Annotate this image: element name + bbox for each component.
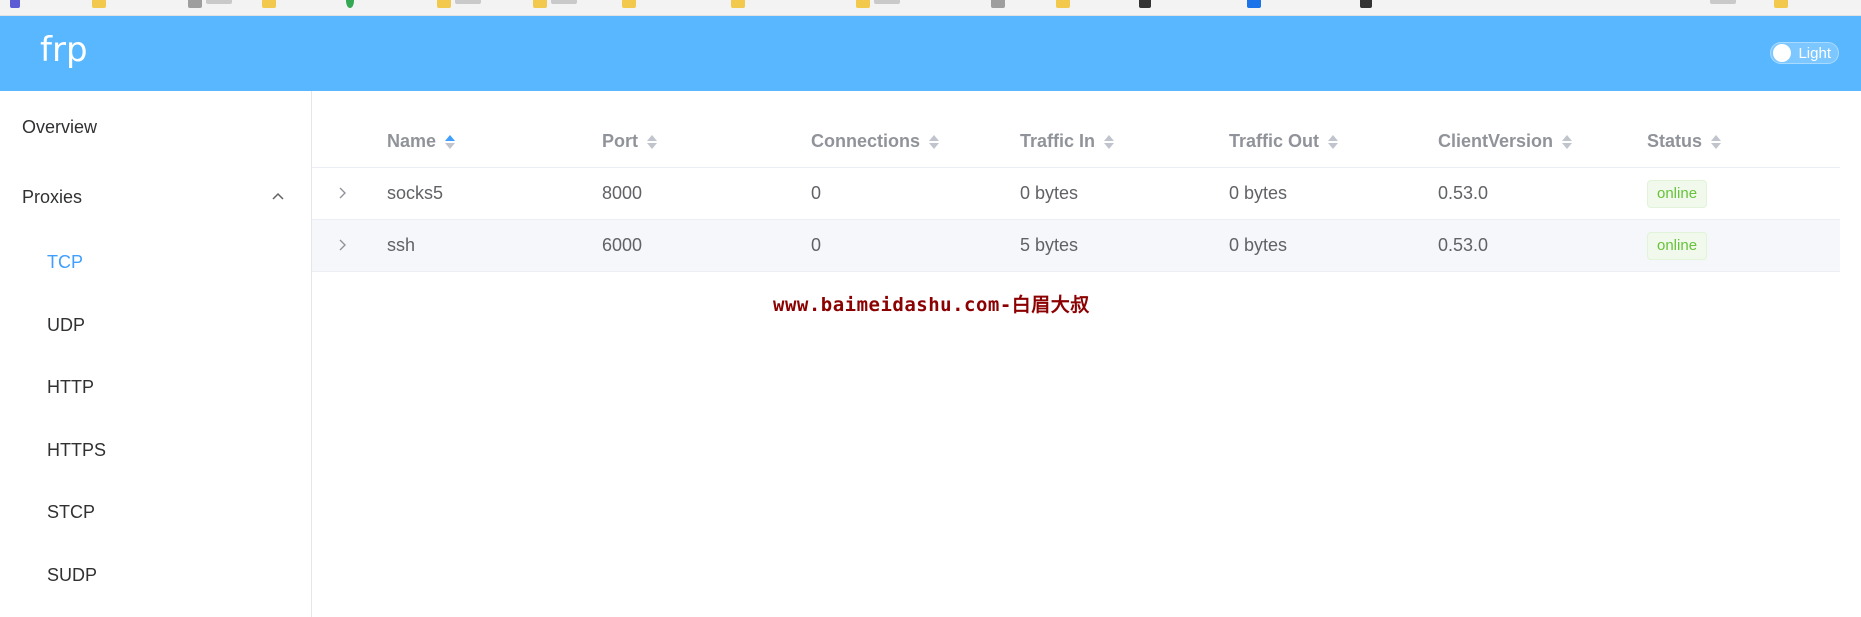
column-header-name[interactable]: Name — [387, 116, 456, 167]
table-row[interactable]: ssh 6000 0 5 bytes 0 bytes 0.53.0 online — [312, 220, 1840, 272]
folder-icon[interactable] — [262, 0, 276, 8]
theme-toggle[interactable]: Light — [1770, 42, 1839, 64]
cell-connections: 0 — [811, 183, 822, 203]
sidebar-item-tcp[interactable]: TCP — [47, 252, 83, 273]
cell-client-version: 0.53.0 — [1438, 183, 1489, 203]
theme-toggle-label: Light — [1798, 44, 1831, 62]
bookmark-icon[interactable] — [991, 0, 1005, 8]
cell-name: ssh — [387, 235, 416, 255]
column-header-traffic-out[interactable]: Traffic Out — [1229, 116, 1339, 167]
cell-traffic-out: 0 bytes — [1229, 235, 1288, 255]
app-header: frp Light — [0, 16, 1861, 91]
sidebar-item-http[interactable]: HTTP — [47, 377, 94, 398]
bookmark-icon[interactable] — [1360, 0, 1372, 8]
sort-icon[interactable] — [1103, 134, 1115, 150]
chevron-right-icon[interactable] — [334, 185, 350, 201]
column-header-traffic-in[interactable]: Traffic In — [1020, 116, 1115, 167]
sidebar-item-overview[interactable]: Overview — [22, 117, 97, 138]
sidebar-item-proxies[interactable]: Proxies — [22, 187, 82, 208]
cell-traffic-in: 5 bytes — [1020, 235, 1079, 255]
brand-logo: frp — [40, 30, 88, 70]
table-header: Name Port Connections Traffic In Traffic… — [312, 116, 1840, 168]
column-header-client-version[interactable]: ClientVersion — [1438, 116, 1573, 167]
status-badge: online — [1647, 179, 1708, 208]
folder-icon[interactable] — [533, 0, 547, 8]
cell-client-version: 0.53.0 — [1438, 235, 1489, 255]
column-header-connections[interactable]: Connections — [811, 116, 940, 167]
chevron-up-icon[interactable] — [271, 189, 285, 203]
sidebar-menu: Overview Proxies TCP UDP HTTP HTTPS STCP… — [0, 91, 312, 617]
sort-icon[interactable] — [1327, 134, 1339, 150]
cell-connections: 0 — [811, 235, 822, 255]
cell-status: online — [1647, 220, 1708, 271]
cell-port: 6000 — [602, 235, 643, 255]
chevron-right-icon[interactable] — [334, 237, 350, 253]
sort-icon[interactable] — [1561, 134, 1573, 150]
column-header-status[interactable]: Status — [1647, 116, 1722, 167]
sort-icon[interactable] — [1710, 134, 1722, 150]
bookmark-icon[interactable] — [346, 0, 354, 8]
folder-icon[interactable] — [856, 0, 870, 8]
bookmark-icon[interactable] — [1247, 0, 1261, 8]
toggle-knob — [1773, 44, 1792, 62]
sort-icon[interactable] — [444, 134, 456, 150]
watermark-text: www.baimeidashu.com-白眉大叔 — [773, 294, 1090, 316]
folder-icon[interactable] — [1774, 0, 1788, 8]
folder-icon[interactable] — [1056, 0, 1070, 8]
column-header-port[interactable]: Port — [602, 116, 658, 167]
folder-icon[interactable] — [92, 0, 106, 8]
table-row[interactable]: socks5 8000 0 0 bytes 0 bytes 0.53.0 onl… — [312, 168, 1840, 220]
sidebar-item-stcp[interactable]: STCP — [47, 502, 95, 523]
proxy-table: Name Port Connections Traffic In Traffic… — [312, 116, 1840, 272]
folder-icon[interactable] — [622, 0, 636, 8]
bookmark-icon[interactable] — [1139, 0, 1151, 8]
folder-icon[interactable] — [437, 0, 451, 8]
bookmark-icon[interactable] — [10, 0, 20, 8]
cell-traffic-in: 0 bytes — [1020, 183, 1079, 203]
cell-port: 8000 — [602, 183, 643, 203]
sort-icon[interactable] — [928, 134, 940, 150]
cell-name: socks5 — [387, 183, 444, 203]
sidebar-item-udp[interactable]: UDP — [47, 315, 85, 336]
status-badge: online — [1647, 231, 1708, 260]
sidebar-item-https[interactable]: HTTPS — [47, 440, 106, 461]
folder-icon[interactable] — [731, 0, 745, 8]
cell-status: online — [1647, 168, 1708, 219]
sidebar-item-sudp[interactable]: SUDP — [47, 565, 97, 586]
bookmark-icon[interactable] — [188, 0, 202, 8]
sort-icon[interactable] — [646, 134, 658, 150]
cell-traffic-out: 0 bytes — [1229, 183, 1288, 203]
bookmarks-bar — [0, 0, 1861, 16]
